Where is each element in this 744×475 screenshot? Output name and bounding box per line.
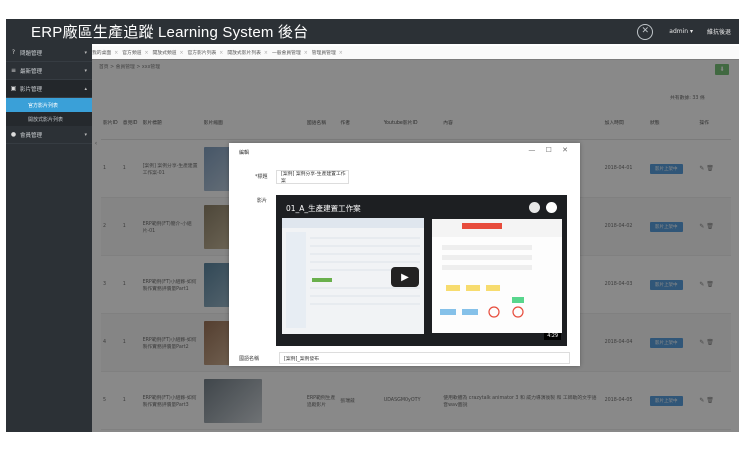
sidebar-subitem-open-videos[interactable]: 開放式影片列表 xyxy=(6,112,92,126)
header-right: ✕ admin ▾ 維抗後退 xyxy=(637,23,731,40)
app-title: ERP廠區生產追蹤 Learning System 後台 xyxy=(31,24,309,41)
tab-open-channel[interactable]: 開放式頻道 × xyxy=(152,49,183,56)
edit-modal: 編輯 — ☐ ✕ *標題 [案例] 案例分享-生產建置工作案 影片 01_A_生… xyxy=(229,143,580,366)
modal-title: 編輯 xyxy=(239,150,250,156)
close-icon[interactable]: × xyxy=(264,51,268,56)
chevron-up-icon: ▴ xyxy=(84,85,87,92)
user-menu[interactable]: admin ▾ xyxy=(669,28,693,35)
name-input[interactable]: [案例]_案例發布 xyxy=(279,352,570,364)
video-title: 01_A_生產建置工作案 xyxy=(286,204,361,213)
title-label: *標題 xyxy=(255,174,268,180)
video-player[interactable]: 01_A_生產建置工作案 ▶ 4:29 xyxy=(276,195,567,346)
tab-bar: 我的桌面 × 官方頻道 × 開放式頻道 × 官方影片列表 × 開放式影片列表 × 一般會員… xyxy=(92,46,739,60)
list-icon: ≡ xyxy=(10,67,17,74)
sidebar-item-questions[interactable]: ? 問題管理 ▾ xyxy=(6,44,92,62)
tab-official-video-list[interactable]: 官方影片列表 × xyxy=(188,49,224,56)
sidebar-subitem-official-videos[interactable]: 官方影片列表 xyxy=(6,98,92,112)
video-frame-right xyxy=(432,219,562,333)
chevron-down-icon: ▾ xyxy=(84,131,87,138)
name-label: 國語名稱 xyxy=(239,356,260,362)
sidebar-item-label: 最新管理 xyxy=(20,68,43,75)
tab-open-video-list[interactable]: 開放式影片列表 × xyxy=(227,49,268,56)
sidebar-item-label: 影片管理 xyxy=(20,86,43,93)
close-icon[interactable]: ✕ xyxy=(637,23,654,40)
flowchart-graphic xyxy=(432,219,562,318)
close-icon[interactable]: × xyxy=(114,51,118,56)
tab-admin-management[interactable]: 管理員管理 × xyxy=(312,49,343,56)
chevron-down-icon: ▾ xyxy=(84,67,87,74)
video-label: 影片 xyxy=(257,198,268,204)
sidebar-item-label: 問題管理 xyxy=(20,50,43,57)
sidebar-item-news[interactable]: ≡ 最新管理 ▾ xyxy=(6,62,92,80)
tab-official-channel[interactable]: 官方頻道 × xyxy=(122,49,148,56)
sidebar-item-members[interactable]: ● 會員管理 ▾ xyxy=(6,126,92,144)
video-icon: ▣ xyxy=(10,85,17,92)
close-icon[interactable]: × xyxy=(339,51,343,56)
close-icon[interactable]: × xyxy=(304,51,308,56)
tab-desktop[interactable]: 我的桌面 × xyxy=(92,49,118,56)
question-icon: ? xyxy=(11,49,16,56)
chevron-down-icon: ▾ xyxy=(84,49,87,56)
sidebar-item-videos[interactable]: ▣ 影片管理 ▴ xyxy=(6,80,92,98)
title-input[interactable]: [案例] 案例分享-生產建置工作案 xyxy=(276,170,349,184)
modal-window-controls[interactable]: — ☐ ✕ xyxy=(528,146,572,154)
share-icon[interactable] xyxy=(546,202,557,213)
logout-link[interactable]: 維抗後退 xyxy=(707,27,731,36)
video-duration: 4:29 xyxy=(544,333,561,340)
close-icon[interactable]: × xyxy=(219,51,223,56)
tab-member-management[interactable]: 一般會員管理 × xyxy=(272,49,308,56)
clock-icon[interactable] xyxy=(529,202,540,213)
play-icon[interactable]: ▶ xyxy=(391,267,419,287)
user-icon: ● xyxy=(10,131,17,138)
top-header: ERP廠區生產追蹤 Learning System 後台 ✕ admin ▾ 維… xyxy=(6,19,739,44)
close-icon[interactable]: × xyxy=(144,51,148,56)
sidebar: ? 問題管理 ▾ ≡ 最新管理 ▾ ▣ 影片管理 ▴ 官方影片列表 開放式影片列… xyxy=(6,44,92,432)
close-icon[interactable]: × xyxy=(179,51,183,56)
sidebar-item-label: 會員管理 xyxy=(20,132,43,139)
